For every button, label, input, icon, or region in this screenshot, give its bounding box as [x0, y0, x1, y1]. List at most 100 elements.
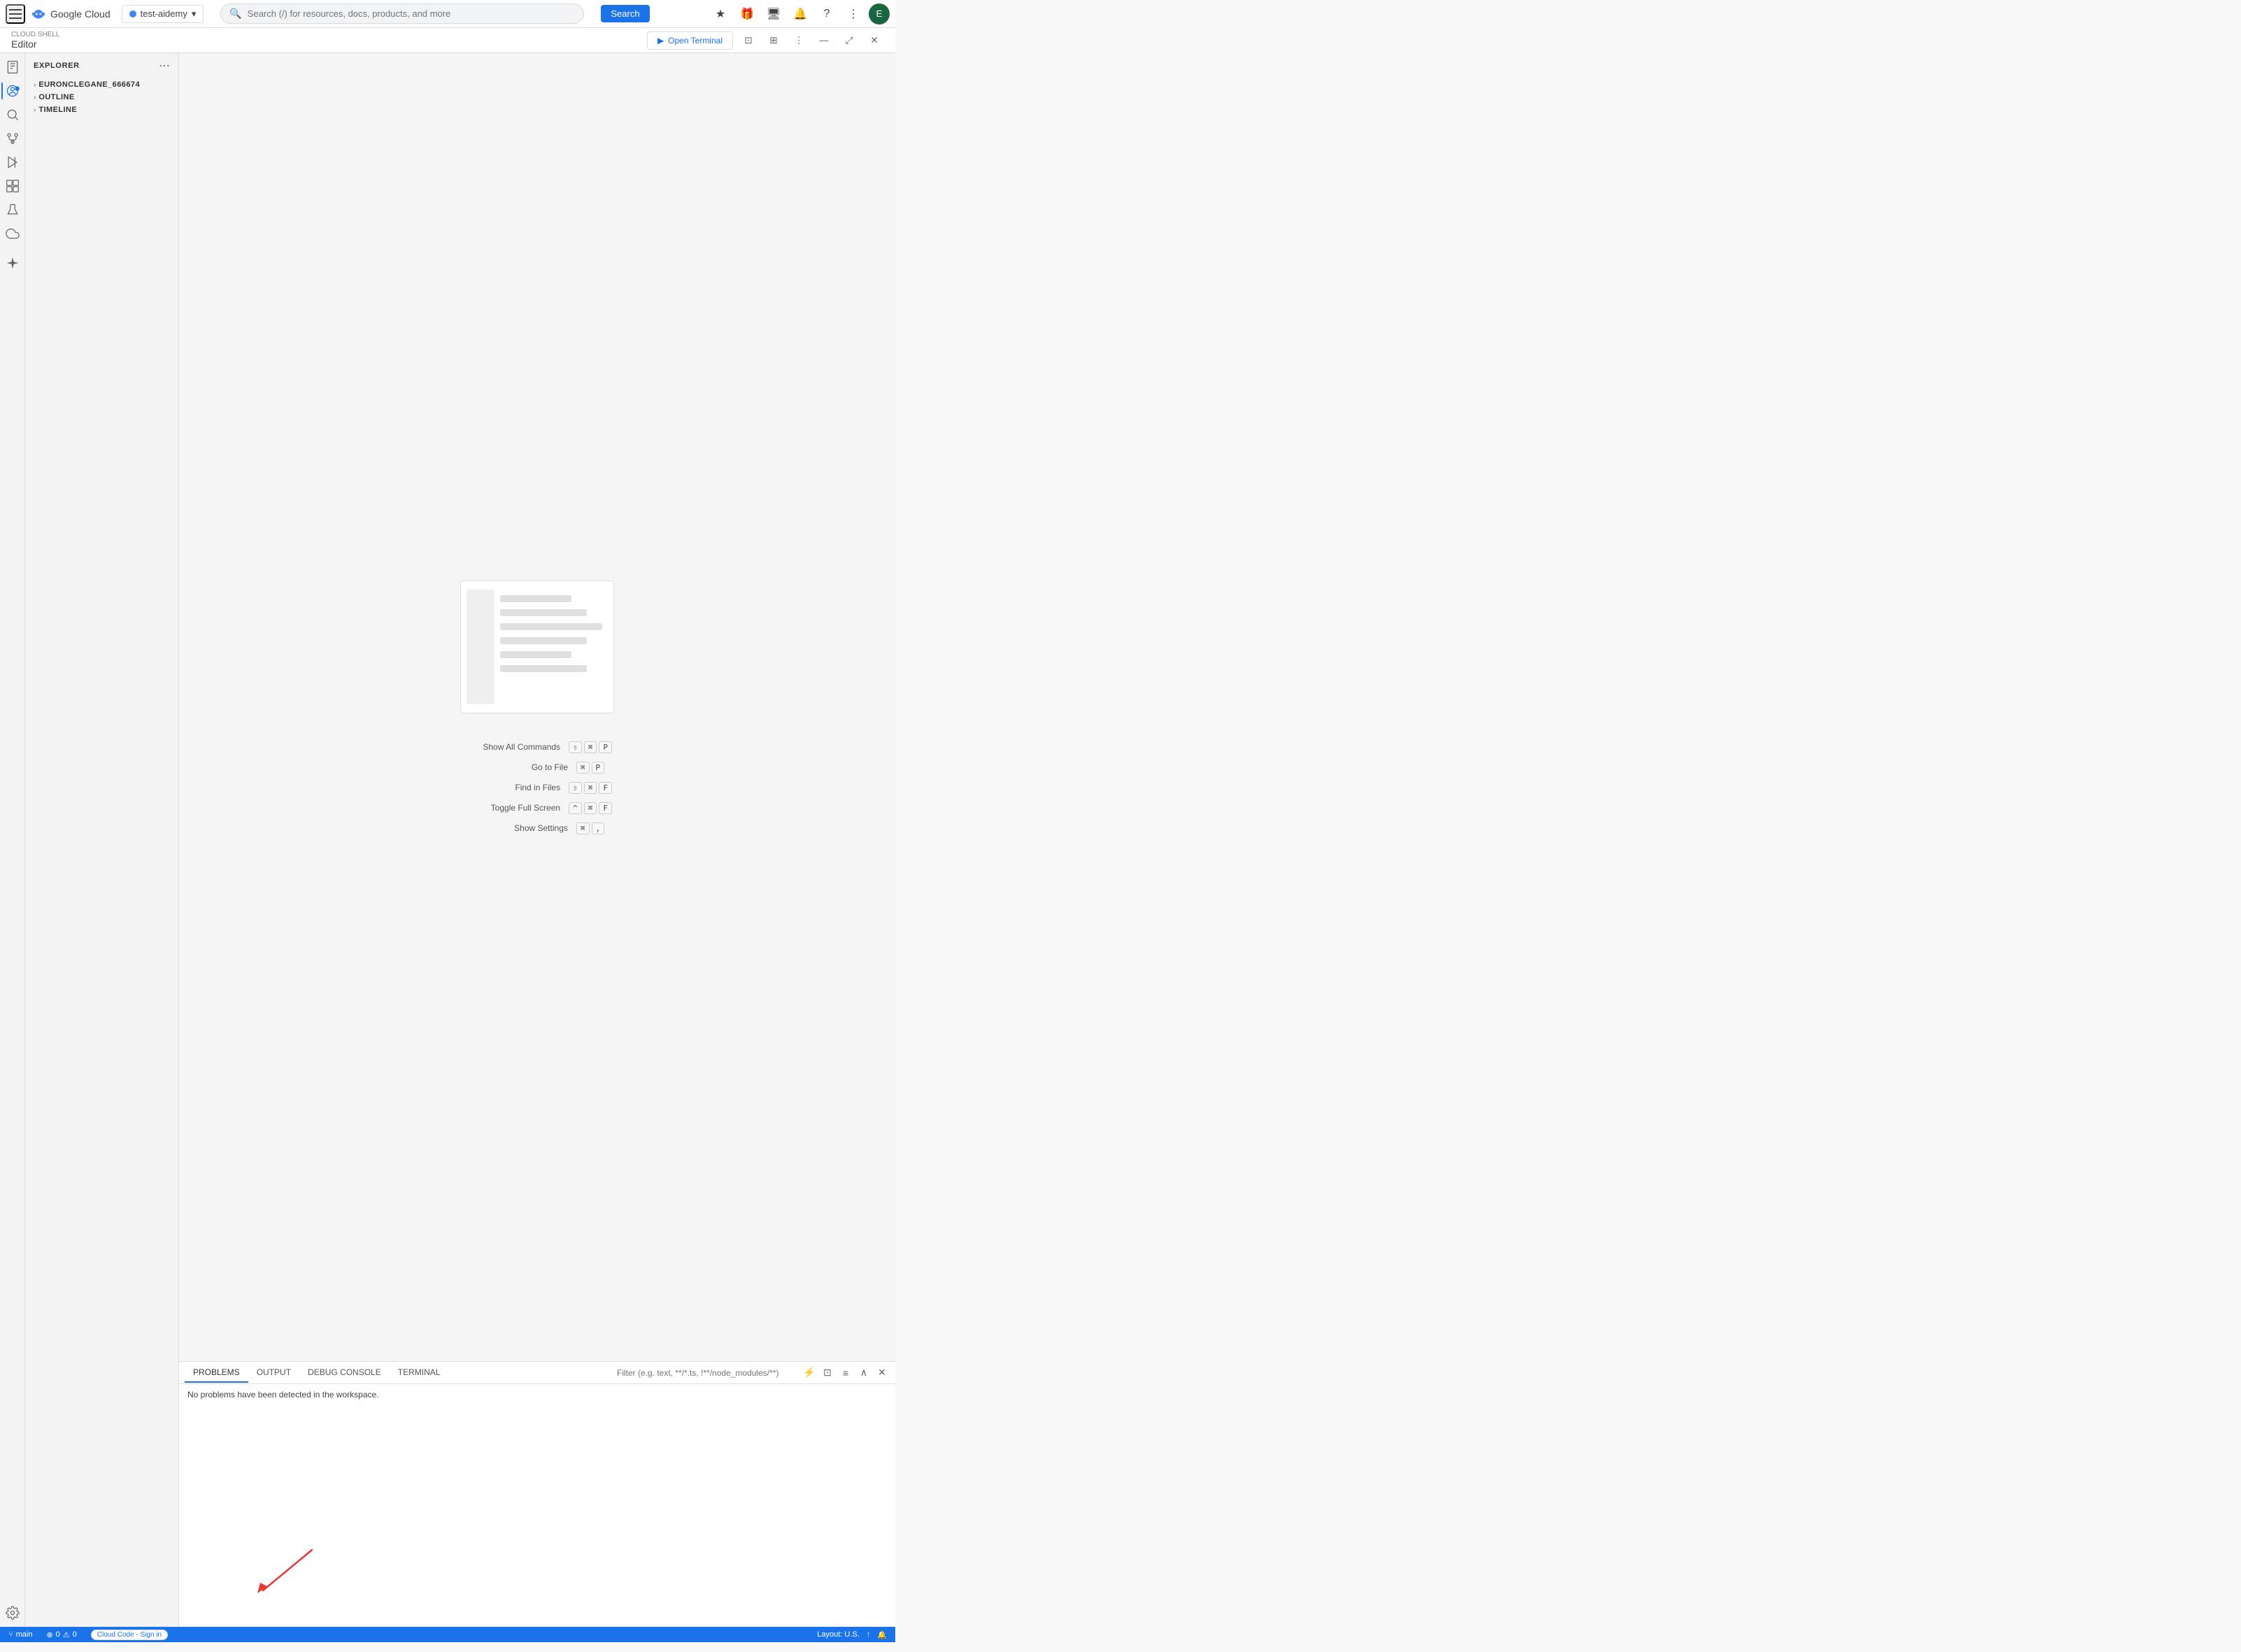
- list-icon-btn[interactable]: ≡: [838, 1365, 853, 1381]
- activity-files-icon[interactable]: [1, 56, 24, 78]
- sidebar-title: EXPLORER: [34, 62, 80, 70]
- welcome-line-1: [500, 595, 571, 602]
- activity-explorer-icon[interactable]: !: [1, 80, 24, 102]
- status-up-icon-btn[interactable]: ↑: [864, 1630, 874, 1639]
- tree-label-timeline: TIMELINE: [38, 106, 77, 114]
- close-btn[interactable]: ✕: [865, 31, 884, 50]
- editor-main: Show All Commands⇧⌘PGo to File⌘PFind in …: [179, 53, 895, 1627]
- copy-icon-btn[interactable]: ⊡: [820, 1365, 835, 1381]
- star-icon-btn[interactable]: ★: [709, 3, 732, 25]
- more-shell-icon-btn[interactable]: ⋮: [789, 31, 809, 50]
- user-avatar[interactable]: E: [869, 3, 890, 24]
- expand-btn[interactable]: ⤢: [839, 31, 859, 50]
- key-badge: ^: [569, 802, 582, 814]
- cloud-shell-title: CLOUD SHELL Editor: [11, 31, 59, 50]
- project-chip[interactable]: test-aidemy ▾: [122, 5, 204, 23]
- layout-icon-btn[interactable]: ⊞: [764, 31, 783, 50]
- activity-cloud-icon[interactable]: [1, 222, 24, 245]
- notifications-icon-btn[interactable]: 🔔: [789, 3, 811, 25]
- shortcut-keys: ⌘,: [576, 823, 604, 834]
- gift-icon-btn[interactable]: 🎁: [736, 3, 758, 25]
- search-input[interactable]: [248, 8, 576, 19]
- help-icon-btn[interactable]: ?: [816, 3, 838, 25]
- hamburger-menu[interactable]: [6, 4, 25, 24]
- welcome-line-4: [500, 637, 587, 644]
- sidebar-header: EXPLORER ⋯: [25, 53, 178, 78]
- key-badge: F: [599, 782, 612, 794]
- activity-gemini-icon[interactable]: [1, 252, 24, 274]
- key-badge: ⇧: [569, 782, 582, 794]
- tab-debug-console[interactable]: DEBUG CONSOLE: [299, 1363, 390, 1383]
- activity-settings-icon[interactable]: [1, 1602, 24, 1624]
- warning-count: 0: [73, 1630, 77, 1639]
- status-cloud-code[interactable]: Cloud Code - Sign in: [88, 1627, 171, 1642]
- no-problems-message: No problems have been detected in the wo…: [187, 1390, 379, 1400]
- welcome-card-sidebar: [467, 590, 495, 704]
- shortcut-label: Toggle Full Screen: [462, 803, 560, 813]
- google-cloud-text: Google Cloud: [50, 8, 111, 20]
- status-errors[interactable]: ⊗ 0 ⚠ 0: [43, 1627, 79, 1642]
- shortcut-row: Show Settings⌘,: [470, 823, 604, 834]
- shortcut-keys: ⌘P: [576, 762, 604, 774]
- shortcut-keys: ⇧⌘P: [569, 741, 612, 753]
- more-icon-btn[interactable]: ⋮: [842, 3, 865, 25]
- minimize-btn[interactable]: —: [814, 31, 834, 50]
- close-panel-btn[interactable]: ✕: [874, 1365, 890, 1381]
- key-badge: P: [599, 741, 612, 753]
- activity-source-control-icon[interactable]: [1, 127, 24, 150]
- tab-problems[interactable]: PROBLEMS: [185, 1363, 248, 1383]
- cloud-code-badge[interactable]: Cloud Code - Sign in: [91, 1630, 168, 1640]
- key-badge: ⌘: [576, 762, 590, 774]
- editor-container: !: [0, 53, 895, 1627]
- sidebar-item-outline[interactable]: › OUTLINE: [25, 91, 178, 104]
- panel-filter: ⚡ ⊡ ≡ ∧ ✕: [617, 1365, 890, 1381]
- search-button[interactable]: Search: [601, 5, 649, 22]
- project-dot: [129, 10, 136, 17]
- shortcut-label: Find in Files: [462, 783, 560, 792]
- sidebar-tree: › EURONCLEGANE_666674 › OUTLINE › TIMELI…: [25, 78, 178, 1627]
- shortcut-keys: ⇧⌘F: [569, 782, 612, 794]
- google-cloud-logo: Google Cloud: [31, 6, 111, 22]
- activity-run-icon[interactable]: [1, 151, 24, 173]
- filter-icon-btn[interactable]: ⚡: [802, 1365, 817, 1381]
- search-bar: 🔍: [220, 3, 584, 24]
- key-badge: F: [599, 802, 612, 814]
- sidebar-item-euronclegane[interactable]: › EURONCLEGANE_666674: [25, 78, 178, 91]
- cloud-shell-header: CLOUD SHELL Editor ▶ Open Terminal ⊡ ⊞ ⋮…: [0, 28, 895, 53]
- bottom-panel: PROBLEMS OUTPUT DEBUG CONSOLE TERMINAL ⚡…: [179, 1361, 895, 1627]
- shortcut-row: Go to File⌘P: [470, 762, 604, 774]
- chevron-right-icon-outline: ›: [34, 94, 36, 101]
- panel-content: No problems have been detected in the wo…: [179, 1384, 895, 1627]
- welcome-line-2: [500, 609, 587, 616]
- sidebar-more-btn[interactable]: ⋯: [159, 59, 170, 73]
- activity-search-icon[interactable]: [1, 104, 24, 126]
- filter-input[interactable]: [617, 1368, 799, 1378]
- shortcut-label: Show All Commands: [462, 742, 560, 752]
- top-nav: Google Cloud test-aidemy ▾ 🔍 Search ★ 🎁 …: [0, 0, 895, 28]
- key-badge: P: [592, 762, 605, 774]
- activity-extensions-icon[interactable]: [1, 175, 24, 197]
- open-terminal-button[interactable]: ▶ Open Terminal: [647, 31, 733, 50]
- welcome-card-content: [500, 590, 602, 704]
- activity-test-icon[interactable]: [1, 199, 24, 221]
- status-branch[interactable]: ⑂ main: [6, 1627, 35, 1642]
- status-right: Layout: U.S. ↑ 🔔: [814, 1630, 890, 1639]
- welcome-shortcuts: Show All Commands⇧⌘PGo to File⌘PFind in …: [462, 741, 612, 834]
- cloud-shell-actions: ▶ Open Terminal ⊡ ⊞ ⋮ — ⤢ ✕: [647, 31, 884, 50]
- sidebar: EXPLORER ⋯ › EURONCLEGANE_666674 › OUTLI…: [25, 53, 179, 1627]
- monitor-icon-btn[interactable]: ⊡: [739, 31, 758, 50]
- tab-terminal[interactable]: TERMINAL: [390, 1363, 449, 1383]
- tree-label-outline: OUTLINE: [38, 93, 74, 101]
- cloud-shell-label: CLOUD SHELL: [11, 31, 59, 38]
- status-bell-icon-btn[interactable]: 🔔: [874, 1630, 890, 1639]
- status-layout[interactable]: Layout: U.S.: [814, 1630, 862, 1639]
- sidebar-item-timeline[interactable]: › TIMELINE: [25, 104, 178, 116]
- error-count: 0: [56, 1630, 60, 1639]
- error-icon: ⊗: [46, 1630, 52, 1639]
- editor-welcome: Show All Commands⇧⌘PGo to File⌘PFind in …: [179, 53, 895, 1361]
- collapse-icon-btn[interactable]: ∧: [856, 1365, 872, 1381]
- support-icon-btn[interactable]: 🖥: [762, 3, 785, 25]
- tab-output[interactable]: OUTPUT: [248, 1363, 299, 1383]
- svg-text:!: !: [16, 87, 17, 91]
- terminal-icon: ▶: [657, 36, 664, 45]
